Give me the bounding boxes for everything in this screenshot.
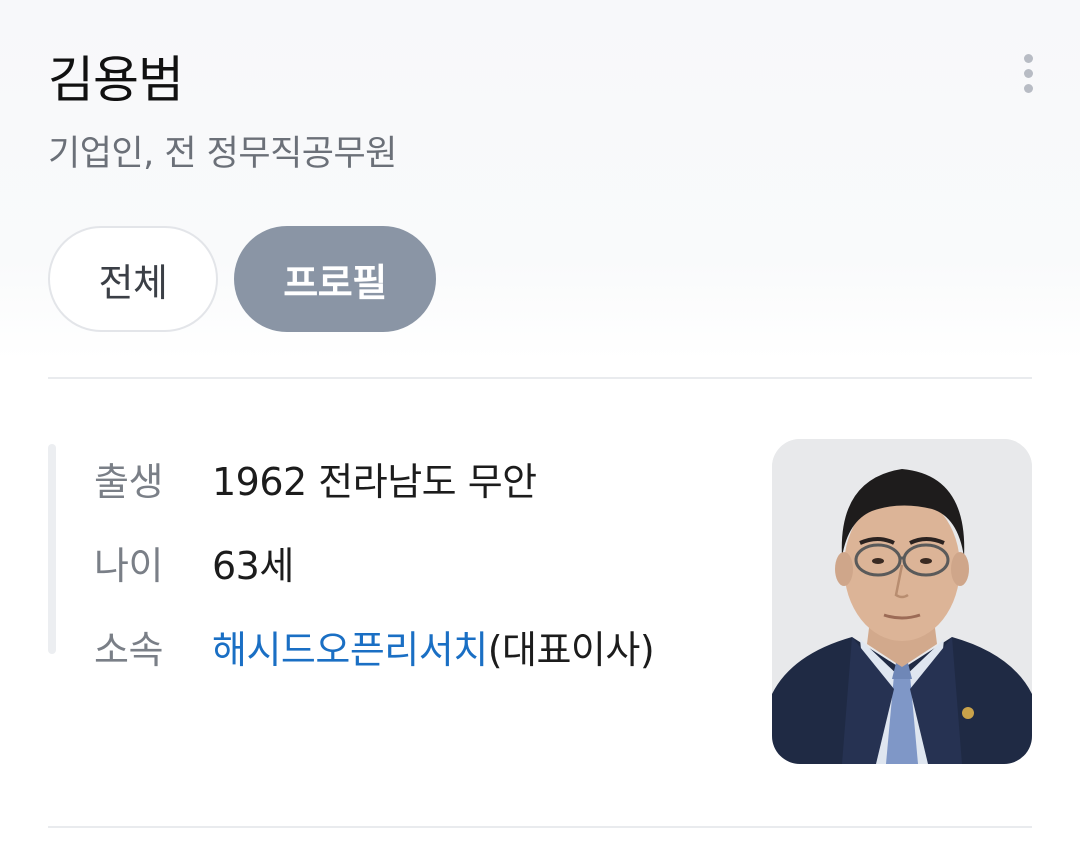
affiliation-link[interactable]: 해시드오픈리서치: [212, 628, 488, 672]
info-accent-bar: [48, 444, 56, 654]
tab-bar: 전체 프로필: [48, 226, 436, 332]
age-label: 나이: [94, 544, 163, 588]
bottom-divider: [48, 826, 1032, 828]
info-row-affiliation: 소속 해시드오픈리서치(대표이사): [94, 608, 738, 692]
affiliation-value: 해시드오픈리서치(대표이사): [212, 608, 702, 692]
profile-photo[interactable]: [772, 439, 1032, 764]
portrait-image: [772, 439, 1032, 764]
profile-card: 김용범 기업인, 전 정무직공무원 전체 프로필 출생 1962 전라남도 무안…: [0, 0, 1080, 843]
birth-value: 1962 전라남도 무안: [212, 460, 537, 504]
info-row-birth: 출생 1962 전라남도 무안: [94, 440, 738, 524]
info-row-age: 나이 63세: [94, 524, 738, 608]
affiliation-suffix: (대표이사): [487, 628, 655, 672]
profile-info: 출생 1962 전라남도 무안 나이 63세 소속 해시드오픈리서치(대표이사): [48, 440, 738, 692]
tab-profile[interactable]: 프로필: [234, 226, 436, 332]
birth-label: 출생: [94, 460, 163, 504]
more-options-icon[interactable]: [1016, 54, 1040, 98]
tab-all[interactable]: 전체: [48, 226, 218, 332]
top-divider: [48, 377, 1032, 379]
person-subtitle: 기업인, 전 정무직공무원: [48, 134, 397, 174]
person-name: 김용범: [48, 51, 184, 109]
affiliation-label: 소속: [94, 628, 163, 672]
age-value: 63세: [212, 544, 294, 588]
